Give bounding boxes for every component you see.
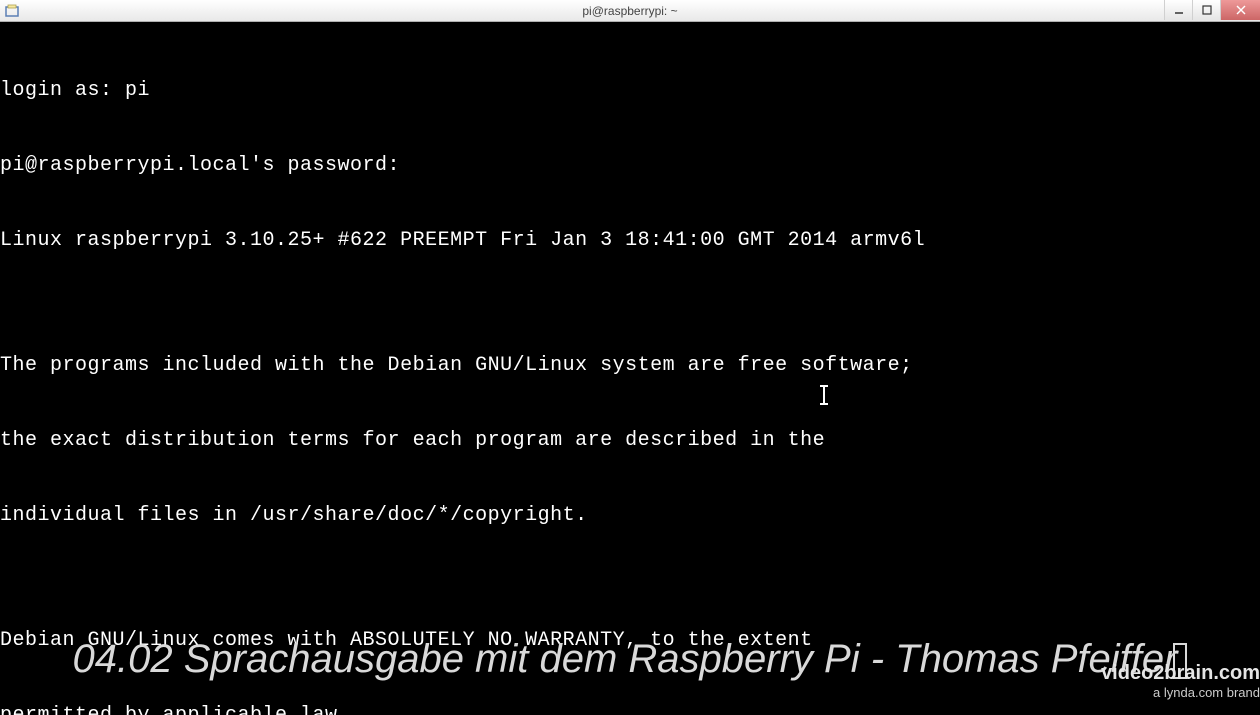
watermark-brand: video2brain.com: [1101, 663, 1260, 683]
watermark: video2brain.com a lynda.com brand: [1101, 663, 1260, 703]
window-controls: [1164, 0, 1260, 21]
terminal-line: the exact distribution terms for each pr…: [0, 428, 1260, 453]
putty-icon: [4, 3, 20, 19]
terminal-area[interactable]: login as: pi pi@raspberrypi.local's pass…: [0, 22, 1260, 715]
window-title: pi@raspberrypi: ~: [582, 4, 677, 18]
watermark-sub: a lynda.com brand: [1101, 683, 1260, 703]
terminal-line: individual files in /usr/share/doc/*/cop…: [0, 503, 1260, 528]
mouse-text-cursor: [823, 386, 825, 404]
terminal-line: permitted by applicable law.: [0, 703, 1260, 715]
close-button[interactable]: [1220, 0, 1260, 20]
minimize-button[interactable]: [1164, 0, 1192, 20]
terminal-line: pi@raspberrypi.local's password:: [0, 153, 1260, 178]
window-titlebar: pi@raspberrypi: ~: [0, 0, 1260, 22]
terminal-line: login as: pi: [0, 78, 1260, 103]
terminal-line: The programs included with the Debian GN…: [0, 353, 1260, 378]
video-caption: 04.02 Sprachausgabe mit dem Raspberry Pi…: [0, 633, 1260, 685]
terminal-line: Linux raspberrypi 3.10.25+ #622 PREEMPT …: [0, 228, 1260, 253]
caption-text: 04.02 Sprachausgabe mit dem Raspberry Pi…: [73, 637, 1178, 681]
maximize-button[interactable]: [1192, 0, 1220, 20]
